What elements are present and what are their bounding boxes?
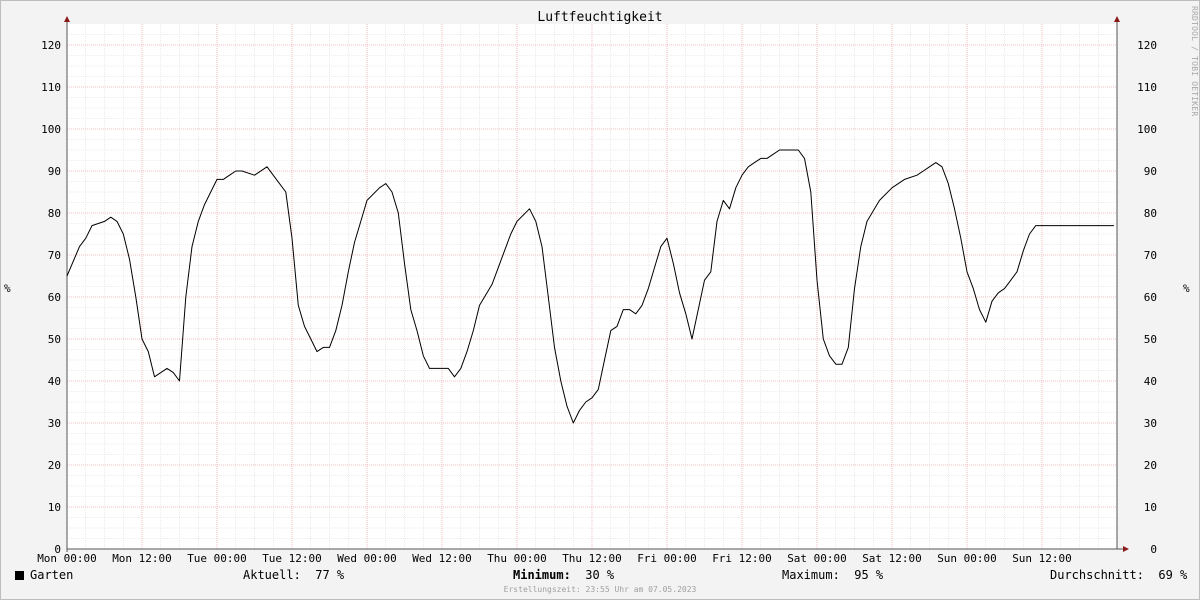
min-value: 30 % [585, 568, 615, 582]
y-tick-label-left: 120 [41, 39, 61, 52]
avg-value: 69 % [1158, 568, 1188, 582]
y-tick-label-left: 90 [48, 165, 61, 178]
legend-series: Garten [15, 568, 73, 582]
x-axis-arrow [1123, 546, 1129, 552]
creation-timestamp: Erstellungszeit: 23:55 Uhr am 07.05.2023 [503, 585, 697, 594]
y-tick-label-left: 60 [48, 291, 61, 304]
y-tick-label-right: 20 [1144, 459, 1157, 472]
y-tick-label-right: 0 [1150, 543, 1157, 556]
y-tick-label-left: 30 [48, 417, 61, 430]
y-tick-label-right: 120 [1137, 39, 1157, 52]
y-tick-label-right: 80 [1144, 207, 1157, 220]
y-tick-label-left: 50 [48, 333, 61, 346]
y-tick-label-right: 50 [1144, 333, 1157, 346]
y-tick-label-right: 110 [1137, 81, 1157, 94]
y-tick-label-right: 30 [1144, 417, 1157, 430]
x-tick-label: Mon 12:00 [112, 552, 172, 565]
x-tick-label: Sat 00:00 [787, 552, 847, 565]
humidity-chart: 0 010 1020 2030 3040 4050 5060 6070 7080 8090 9010… [37, 16, 1157, 565]
y-axis-arrow-right [1114, 16, 1120, 22]
legend-current: Aktuell: 77 % [243, 568, 344, 582]
x-tick-label: Sun 00:00 [937, 552, 997, 565]
y-tick-label-right: 100 [1137, 123, 1157, 136]
avg-label: Durchschnitt: [1050, 568, 1144, 582]
current-value: 77 % [315, 568, 345, 582]
y-tick-label-right: 60 [1144, 291, 1157, 304]
y-tick-label-left: 20 [48, 459, 61, 472]
x-tick-label: Tue 00:00 [187, 552, 247, 565]
y-tick-label-left: 10 [48, 501, 61, 514]
x-tick-label: Mon 00:00 [37, 552, 97, 565]
x-tick-label: Sun 12:00 [1012, 552, 1072, 565]
x-tick-label: Fri 12:00 [712, 552, 772, 565]
current-label: Aktuell: [243, 568, 301, 582]
y-tick-label-left: 80 [48, 207, 61, 220]
x-tick-label: Sat 12:00 [862, 552, 922, 565]
min-label: Minimum: [513, 568, 571, 582]
x-tick-label: Thu 00:00 [487, 552, 547, 565]
legend-series-name: Garten [30, 568, 74, 582]
x-tick-label: Wed 00:00 [337, 552, 397, 565]
y-tick-label-left: 70 [48, 249, 61, 262]
max-value: 95 % [854, 568, 884, 582]
x-tick-label: Fri 00:00 [637, 552, 697, 565]
legend-average: Durchschnitt: 69 % [1050, 568, 1187, 582]
y-tick-label-right: 90 [1144, 165, 1157, 178]
max-label: Maximum: [782, 568, 840, 582]
legend-maximum: Maximum: 95 % [782, 568, 883, 582]
x-tick-label: Tue 12:00 [262, 552, 322, 565]
y-tick-label-left: 40 [48, 375, 61, 388]
legend-minimum: Minimum: 30 % [513, 568, 614, 582]
y-tick-label-right: 10 [1144, 501, 1157, 514]
y-axis-arrow-left [64, 16, 70, 22]
y-tick-label-left: 110 [41, 81, 61, 94]
y-tick-label-left: 100 [41, 123, 61, 136]
x-tick-label: Thu 12:00 [562, 552, 622, 565]
y-tick-label-right: 40 [1144, 375, 1157, 388]
x-tick-label: Wed 12:00 [412, 552, 472, 565]
y-tick-label-right: 70 [1144, 249, 1157, 262]
legend-swatch [15, 571, 24, 580]
